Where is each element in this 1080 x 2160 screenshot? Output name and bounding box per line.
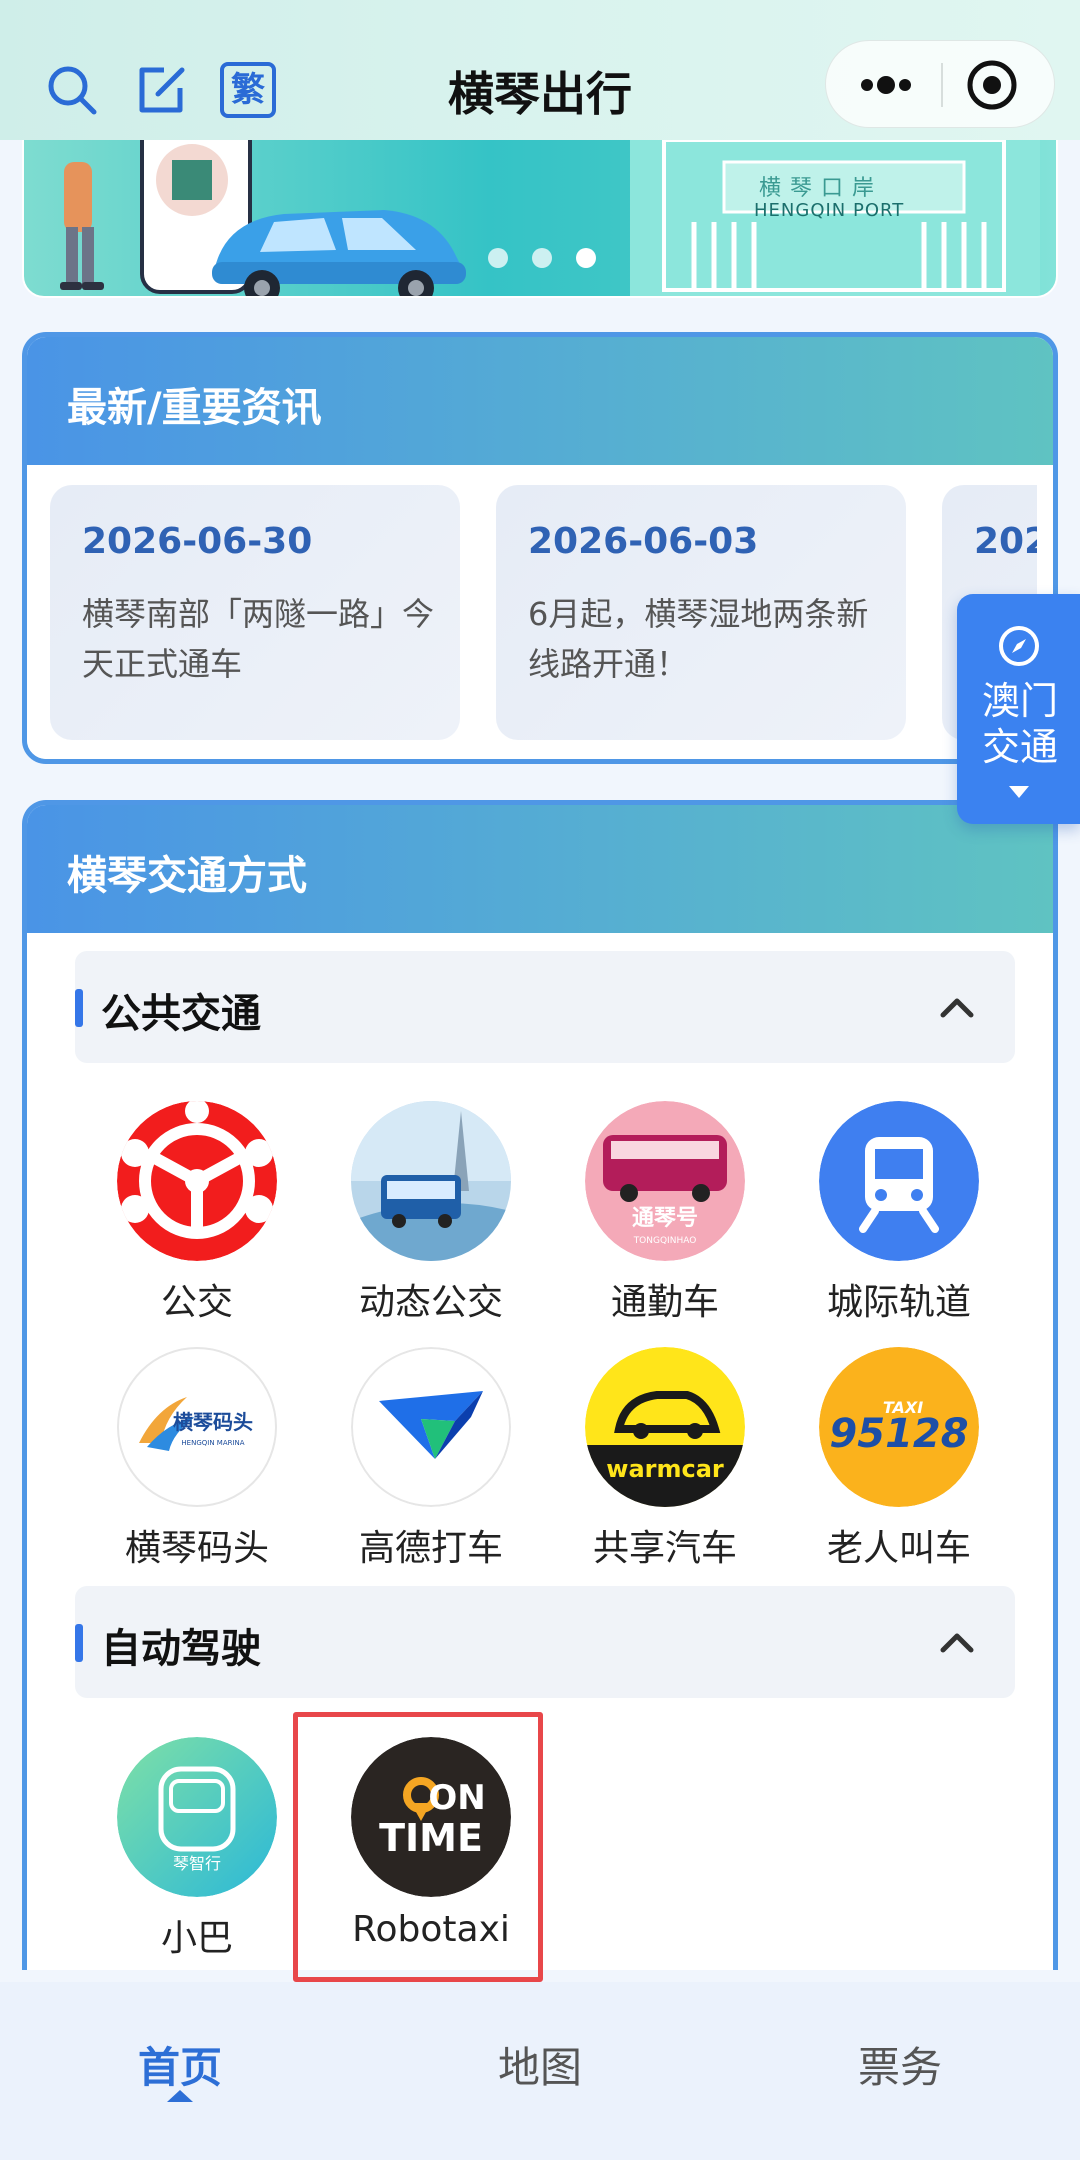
transport-item-label: 老人叫车 bbox=[826, 1528, 971, 1569]
svg-text:HENGQIN MARINA: HENGQIN MARINA bbox=[181, 1439, 244, 1447]
news-text: 横琴南部「两隧一路」今天正式通车 bbox=[82, 595, 435, 683]
caret-down-icon bbox=[1009, 786, 1029, 798]
transport-item-warmcar[interactable]: warmcar 共享汽车 bbox=[548, 1347, 782, 1587]
commuter-bus-icon: 通琴号 TONGQINHAO bbox=[585, 1101, 745, 1261]
nav-home[interactable]: 首页 bbox=[80, 2034, 280, 2095]
macau-transport-label: 澳门交通 bbox=[981, 679, 1058, 769]
transport-item-label: 公交 bbox=[160, 1282, 233, 1323]
bottom-nav: 首页 地图 票务 bbox=[0, 1982, 1080, 2160]
svg-text:TONGQINHAO: TONGQINHAO bbox=[633, 1236, 697, 1246]
section-public-transport[interactable]: 公共交通 bbox=[75, 951, 1015, 1063]
svg-text:warmcar: warmcar bbox=[606, 1455, 724, 1483]
news-date: 2026-06-30 bbox=[82, 521, 313, 562]
svg-text:ON: ON bbox=[428, 1778, 485, 1818]
traditional-chinese-toggle[interactable]: 繁 bbox=[220, 62, 276, 118]
compass-icon bbox=[999, 626, 1039, 666]
nav-tickets[interactable]: 票务 bbox=[800, 2034, 1000, 2095]
transport-item-label: 通勤车 bbox=[610, 1282, 719, 1323]
train-icon bbox=[819, 1101, 979, 1261]
section-label: 公共交通 bbox=[101, 991, 261, 1037]
news-title: 最新/重要资讯 bbox=[67, 385, 322, 431]
transport-item-label: 高德打车 bbox=[358, 1528, 503, 1569]
chevron-up-icon[interactable] bbox=[935, 985, 979, 1029]
news-header: 最新/重要资讯 bbox=[27, 337, 1053, 465]
macau-transport-button[interactable]: 澳门交通 bbox=[957, 594, 1080, 824]
svg-text:通琴号: 通琴号 bbox=[632, 1206, 698, 1231]
transport-item-label: 共享汽车 bbox=[592, 1528, 737, 1569]
news-item[interactable]: 2026-06-03 6月起，横琴湿地两条新线路开通！ bbox=[496, 485, 906, 740]
section-accent bbox=[75, 1624, 83, 1662]
section-accent bbox=[75, 989, 83, 1027]
transport-item-commuter[interactable]: 通琴号 TONGQINHAO 通勤车 bbox=[548, 1101, 782, 1341]
transport-item-amap-taxi[interactable]: 高德打车 bbox=[314, 1347, 548, 1587]
top-bar: 繁 横琴出行 bbox=[0, 0, 1080, 140]
amap-taxi-icon bbox=[351, 1347, 511, 1507]
svg-text:95128: 95128 bbox=[829, 1411, 968, 1457]
news-item[interactable]: 2026-06-30 横琴南部「两隧一路」今天正式通车 bbox=[50, 485, 460, 740]
news-carousel[interactable]: 2026-06-30 横琴南部「两隧一路」今天正式通车 2026-06-03 6… bbox=[27, 465, 1037, 759]
transport-item-label: 动态公交 bbox=[358, 1282, 503, 1323]
transport-item-label: Robotaxi bbox=[352, 1909, 510, 1950]
ontime-icon: ON TIME bbox=[351, 1737, 511, 1897]
search-icon[interactable] bbox=[44, 62, 100, 118]
chevron-up-icon[interactable] bbox=[935, 1620, 979, 1664]
more-icon[interactable] bbox=[851, 60, 921, 110]
close-miniprogram-icon[interactable] bbox=[964, 57, 1020, 113]
transport-item-intercity-rail[interactable]: 城际轨道 bbox=[782, 1101, 1016, 1341]
transport-item-dynamic-bus[interactable]: 动态公交 bbox=[314, 1101, 548, 1341]
news-text: 6月起，横琴湿地两条新线路开通！ bbox=[528, 595, 869, 683]
transport-card: 横琴交通方式 公共交通 公交 动态公交 通琴号 TONGQINHAO 通勤车 城… bbox=[22, 800, 1058, 1970]
ferry-terminal-icon: 横琴码头 HENGQIN MARINA bbox=[117, 1347, 277, 1507]
edit-icon[interactable] bbox=[134, 62, 190, 118]
news-date: 2026-06-03 bbox=[528, 521, 759, 562]
transport-item-label: 城际轨道 bbox=[826, 1282, 971, 1323]
bus-steering-icon bbox=[117, 1101, 277, 1261]
banner-carousel[interactable]: 横 琴 口 岸 HENGQIN PORT bbox=[22, 120, 1058, 298]
transport-header: 横琴交通方式 bbox=[27, 805, 1053, 933]
transport-item-label: 小巴 bbox=[160, 1918, 233, 1959]
capsule-divider bbox=[941, 63, 943, 107]
transport-title: 横琴交通方式 bbox=[67, 853, 307, 899]
svg-text:琴智行: 琴智行 bbox=[173, 1854, 221, 1873]
transport-item-bus[interactable]: 公交 bbox=[80, 1101, 314, 1341]
transport-item-minibus[interactable]: 琴智行 小巴 bbox=[80, 1737, 314, 1970]
section-autonomous[interactable]: 自动驾驶 bbox=[75, 1586, 1015, 1698]
transport-item-label: 横琴码头 bbox=[124, 1528, 269, 1569]
port-chars: 横 琴 口 岸 bbox=[759, 176, 875, 201]
miniprogram-capsule bbox=[825, 40, 1055, 128]
port-text: HENGQIN PORT bbox=[754, 200, 905, 221]
transport-item-senior-taxi[interactable]: TAXI 95128 老人叫车 bbox=[782, 1347, 1016, 1587]
nav-map[interactable]: 地图 bbox=[440, 2034, 640, 2095]
transport-item-robotaxi[interactable]: ON TIME Robotaxi bbox=[314, 1737, 548, 1970]
warmcar-icon: warmcar bbox=[585, 1347, 745, 1507]
svg-text:横琴码头: 横琴码头 bbox=[173, 1410, 253, 1434]
dynamic-bus-icon bbox=[351, 1101, 511, 1261]
section-label: 自动驾驶 bbox=[101, 1626, 261, 1672]
active-indicator-icon bbox=[167, 2090, 193, 2102]
news-date: 202 bbox=[974, 521, 1037, 562]
transport-item-ferry[interactable]: 横琴码头 HENGQIN MARINA 横琴码头 bbox=[80, 1347, 314, 1587]
taxi-95128-icon: TAXI 95128 bbox=[819, 1347, 979, 1507]
news-card: 最新/重要资讯 2026-06-30 横琴南部「两隧一路」今天正式通车 2026… bbox=[22, 332, 1058, 764]
svg-text:TIME: TIME bbox=[379, 1816, 483, 1860]
minibus-icon: 琴智行 bbox=[117, 1737, 277, 1897]
